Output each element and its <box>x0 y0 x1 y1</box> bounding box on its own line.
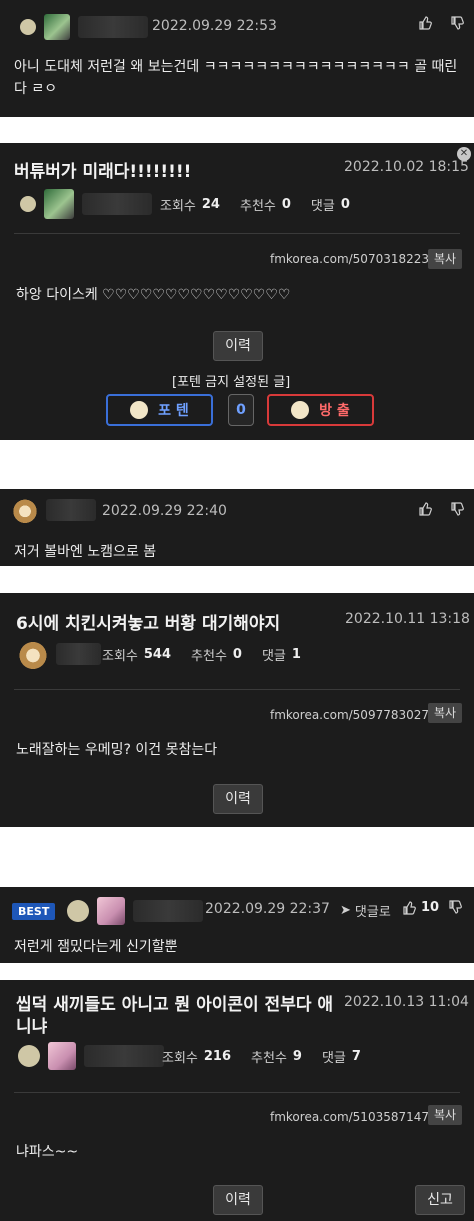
avatar[interactable] <box>48 1042 76 1070</box>
comments-label: 댓글 <box>310 199 335 214</box>
likes-count: 0 <box>232 647 242 662</box>
send-icon: ➤ <box>340 903 351 918</box>
history-button[interactable]: 이력 <box>213 784 263 814</box>
copy-button[interactable]: 복사 <box>428 249 463 269</box>
username-redacted[interactable] <box>82 193 152 215</box>
thumbs-up-icon[interactable] <box>418 16 432 34</box>
likes-count: 0 <box>281 197 291 212</box>
views-label: 조회수 <box>102 649 138 664</box>
post-url[interactable]: fmkorea.com/5070318223 <box>270 252 429 266</box>
post-title[interactable]: 씹덕 새끼들도 아니고 뭔 아이콘이 전부다 애니냐 <box>16 994 336 1038</box>
history-button[interactable]: 이력 <box>213 1185 263 1215</box>
views-count: 24 <box>201 197 220 212</box>
comment-date: 2022.09.29 22:40 <box>102 503 227 519</box>
comment-card: 2022.09.29 22:53 아니 도대체 저런걸 왜 보는건데 ㅋㅋㅋㅋㅋ… <box>0 0 474 117</box>
copy-button[interactable]: 복사 <box>428 703 463 723</box>
comment-date: 2022.09.29 22:37 <box>205 901 330 917</box>
thumbs-down-icon[interactable] <box>450 16 464 34</box>
views-label: 조회수 <box>162 1051 198 1066</box>
like-button[interactable]: 10 <box>402 900 439 915</box>
copy-button[interactable]: 복사 <box>428 1105 463 1125</box>
face-icon <box>130 401 149 419</box>
bang-label: 방 출 <box>319 403 350 419</box>
comment-text: 저런게 잼밌다는게 신기할뿐 <box>14 939 178 955</box>
comment-text: 저거 볼바엔 노캠으로 봄 <box>14 544 157 560</box>
vote-count: 0 <box>228 394 254 426</box>
post-card: 씹덕 새끼들도 아니고 뭔 아이콘이 전부다 애니냐 2022.10.13 11… <box>0 980 474 1221</box>
views-label: 조회수 <box>160 199 196 214</box>
post-card: ✕ 버튜버가 미래다!!!!!!!! 2022.10.02 18:15 조회수 … <box>0 143 474 440</box>
history-button[interactable]: 이력 <box>213 331 263 361</box>
level-icon <box>67 900 90 922</box>
post-body: 냐파스~~ <box>16 1144 79 1160</box>
banned-notice: [포텐 금지 설정된 글] <box>172 375 291 390</box>
thumbs-up-icon[interactable] <box>418 502 432 520</box>
views-count: 216 <box>203 1049 232 1064</box>
comments-count: 0 <box>340 197 350 212</box>
reply-label: 댓글로 <box>354 905 391 920</box>
post-url[interactable]: fmkorea.com/5097783027 <box>270 708 429 722</box>
avatar[interactable] <box>44 14 70 40</box>
comments-count: 1 <box>291 647 301 662</box>
post-date: 2022.10.13 11:04 <box>344 994 469 1010</box>
username-redacted[interactable] <box>84 1045 164 1067</box>
thumbs-up-icon <box>403 900 416 915</box>
dog-avatar-icon[interactable] <box>12 497 38 523</box>
likes-label: 추천수 <box>251 1051 287 1066</box>
divider <box>14 233 460 234</box>
post-card: 6시에 치킨시켜놓고 버황 대기해야지 2022.10.11 13:18 조회수… <box>0 593 474 827</box>
poten-button[interactable]: 포 텐 <box>106 394 213 426</box>
username-redacted[interactable] <box>56 643 101 665</box>
comment-card: 2022.09.29 22:40 저거 볼바엔 노캠으로 봄 <box>0 489 474 566</box>
post-body: 노래잘하는 우메밍? 이건 못참는다 <box>16 742 218 758</box>
comment-text: 아니 도대체 저런걸 왜 보는건데 ㅋㅋㅋㅋㅋㅋㅋㅋㅋㅋㅋㅋㅋㅋㅋㅋ 골 때린다… <box>14 59 458 97</box>
username-redacted[interactable] <box>133 900 204 922</box>
divider <box>14 1092 460 1093</box>
post-title[interactable]: 6시에 치킨시켜놓고 버황 대기해야지 <box>16 609 280 634</box>
likes-count: 9 <box>292 1049 302 1064</box>
username-redacted[interactable] <box>78 16 148 38</box>
reply-button[interactable]: ➤ 댓글로 <box>340 901 391 920</box>
thumbs-down-icon[interactable] <box>448 900 462 918</box>
post-url[interactable]: fmkorea.com/5103587147 <box>270 1110 429 1124</box>
level-icon <box>20 19 36 35</box>
poten-label: 포 텐 <box>158 403 189 419</box>
comment-card: BEST 2022.09.29 22:37 ➤ 댓글로 10 저런게 잼밌다는게… <box>0 887 474 963</box>
divider <box>14 689 460 690</box>
comments-label: 댓글 <box>321 1051 346 1066</box>
avatar[interactable] <box>44 189 74 219</box>
views-count: 544 <box>143 647 172 662</box>
post-date: 2022.10.02 18:15 <box>344 159 469 175</box>
likes-label: 추천수 <box>239 199 276 214</box>
comments-count: 7 <box>351 1049 361 1064</box>
post-date: 2022.10.11 13:18 <box>345 611 470 627</box>
report-button[interactable]: 신고 <box>415 1185 465 1215</box>
post-body: 하앙 다이스케 ♡♡♡♡♡♡♡♡♡♡♡♡♡♡♡ <box>16 287 291 303</box>
like-count: 10 <box>421 900 440 915</box>
dog-avatar-icon[interactable] <box>18 639 48 669</box>
likes-label: 추천수 <box>191 649 227 664</box>
bang-button[interactable]: 방 출 <box>267 394 374 426</box>
avatar[interactable] <box>97 897 126 925</box>
thumbs-down-icon[interactable] <box>450 502 464 520</box>
post-title[interactable]: 버튜버가 미래다!!!!!!!! <box>14 157 191 182</box>
vote-count-value: 0 <box>236 402 246 418</box>
comments-label: 댓글 <box>261 649 286 664</box>
level-icon <box>20 196 36 212</box>
best-badge: BEST <box>12 902 56 920</box>
level-icon <box>18 1045 40 1067</box>
username-redacted[interactable] <box>46 499 96 521</box>
angry-face-icon <box>291 401 310 419</box>
comment-date: 2022.09.29 22:53 <box>152 18 277 34</box>
